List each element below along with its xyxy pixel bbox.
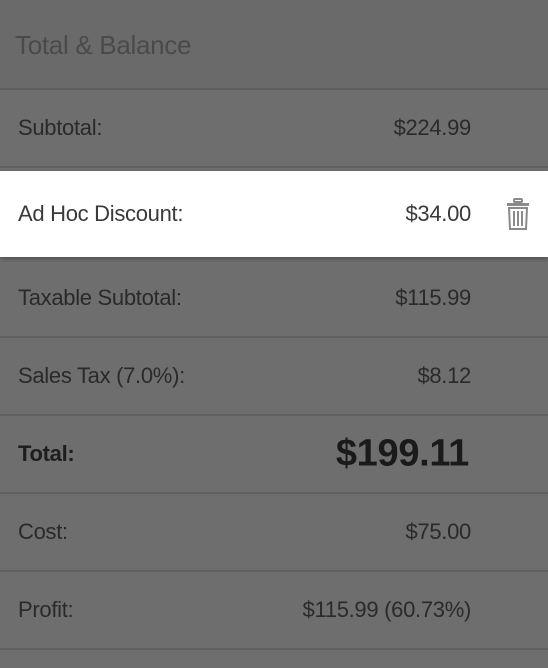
total-balance-screen: Total & Balance Subtotal: $224.99 Ad Hoc…	[0, 0, 548, 668]
profit-value: $115.99 (60.73%)	[302, 597, 472, 622]
total-label: Total:	[18, 441, 75, 466]
profit-label: Profit:	[18, 597, 74, 622]
taxable-subtotal-value: $115.99	[395, 285, 471, 310]
ad-hoc-discount-row[interactable]: Ad Hoc Discount: $34.00	[0, 171, 548, 257]
cost-value: $75.00	[405, 519, 472, 544]
taxable-subtotal-row: Taxable Subtotal: $115.99	[0, 260, 548, 338]
sales-tax-row: Sales Tax (7.0%): $8.12	[0, 338, 548, 416]
ad-hoc-discount-value: $34.00	[405, 201, 472, 226]
section-header: Total & Balance	[0, 0, 548, 90]
sales-tax-value: $8.12	[417, 363, 471, 388]
ad-hoc-discount-label: Ad Hoc Discount:	[18, 201, 184, 226]
section-title: Total & Balance	[15, 30, 192, 60]
total-row: Total: $199.11	[0, 416, 548, 494]
cost-label: Cost:	[18, 519, 68, 544]
sales-tax-label: Sales Tax (7.0%):	[18, 363, 185, 388]
profit-row: Profit: $115.99 (60.73%)	[0, 572, 548, 650]
subtotal-label: Subtotal:	[18, 115, 103, 140]
taxable-subtotal-label: Taxable Subtotal:	[18, 285, 182, 310]
cost-row: Cost: $75.00	[0, 494, 548, 572]
trash-icon[interactable]	[506, 198, 530, 230]
subtotal-row: Subtotal: $224.99	[0, 90, 548, 168]
total-value: $199.11	[335, 432, 469, 475]
subtotal-value: $224.99	[393, 115, 472, 140]
